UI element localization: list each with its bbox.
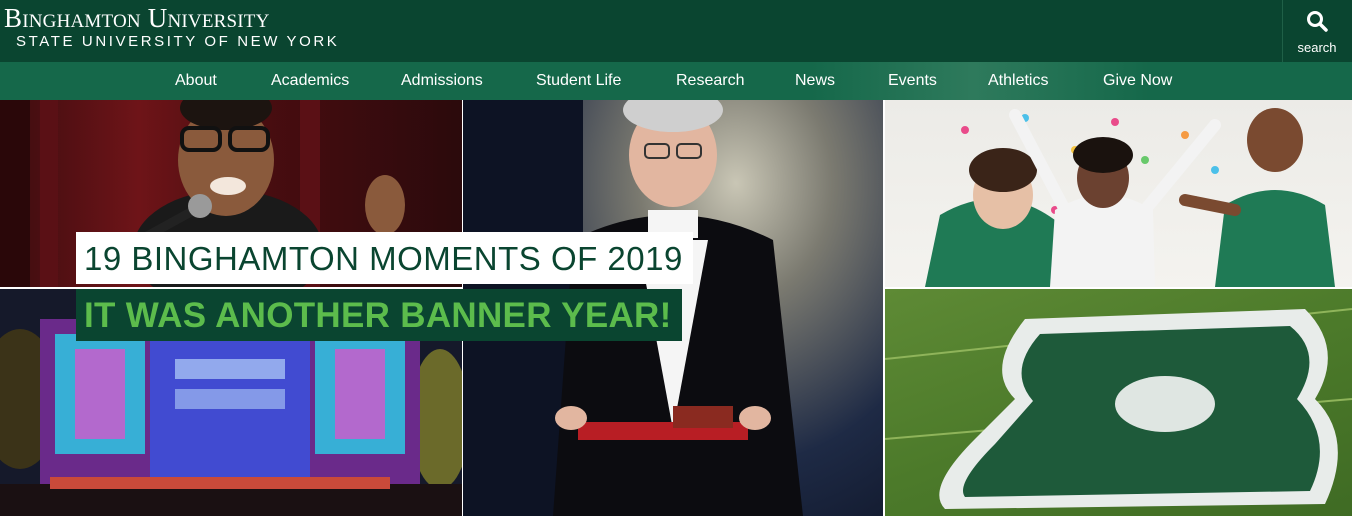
nav-item-events[interactable]: Events (888, 62, 937, 100)
nav-item-give-now[interactable]: Give Now (1103, 62, 1172, 100)
nav-item-research[interactable]: Research (676, 62, 744, 100)
nav-item-news[interactable]: News (795, 62, 835, 100)
university-logo[interactable]: Binghamton University STATE UNIVERSITY O… (4, 4, 339, 50)
main-nav: About Academics Admissions Student Life … (0, 62, 1352, 100)
search-label: search (1297, 40, 1337, 55)
search-icon (1307, 11, 1328, 32)
logo-tagline: STATE UNIVERSITY OF NEW YORK (16, 33, 340, 50)
nav-item-academics[interactable]: Academics (271, 62, 349, 100)
logo-wordmark: Binghamton University (4, 3, 270, 33)
aerial-b-formation-photo (885, 289, 1352, 516)
celebration-photo (885, 100, 1352, 287)
nav-item-student-life[interactable]: Student Life (536, 62, 621, 100)
nav-item-about[interactable]: About (175, 62, 217, 100)
nav-item-admissions[interactable]: Admissions (401, 62, 483, 100)
collage-divider (883, 100, 885, 516)
search-button[interactable]: search (1282, 0, 1352, 62)
hero-headline[interactable]: 19 BINGHAMTON MOMENTS OF 2019 (76, 232, 693, 284)
collage-divider (885, 287, 1352, 289)
nav-item-athletics[interactable]: Athletics (988, 62, 1048, 100)
hero-subheadline[interactable]: IT WAS ANOTHER BANNER YEAR! (76, 289, 682, 341)
site-header: Binghamton University STATE UNIVERSITY O… (0, 0, 1352, 62)
